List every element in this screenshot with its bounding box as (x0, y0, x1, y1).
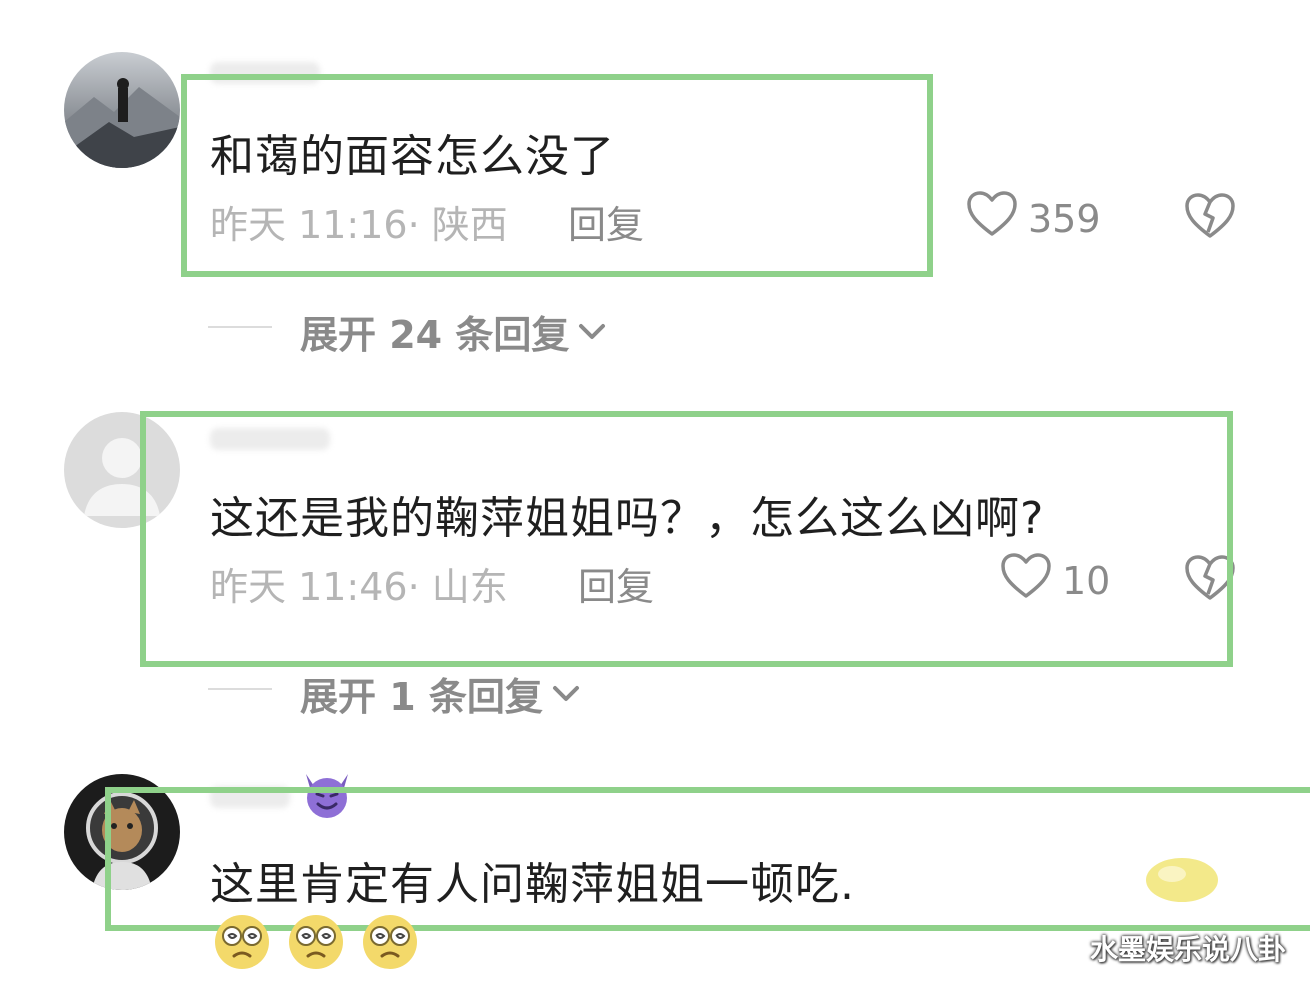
chevron-down-icon (577, 322, 607, 342)
highlight-box (140, 411, 1233, 667)
heart-outline-icon (966, 190, 1018, 247)
expand-divider (208, 688, 272, 690)
dislike-button[interactable] (1184, 192, 1236, 244)
expand-divider (208, 326, 272, 328)
expand-replies-label: 展开 1 条回复 (300, 675, 543, 719)
expand-replies-button[interactable]: 展开 1 条回复 (300, 666, 581, 721)
highlight-box (181, 74, 933, 277)
like-count: 359 (1028, 196, 1101, 241)
dizzy-face-emoji-icon (212, 912, 272, 974)
expand-replies-button[interactable]: 展开 24 条回复 (300, 304, 607, 359)
chevron-down-icon (551, 684, 581, 704)
dizzy-face-emoji-icon (360, 912, 420, 974)
avatar[interactable] (64, 52, 180, 168)
like-button[interactable]: 359 (966, 190, 1101, 247)
broken-heart-icon (1184, 193, 1236, 244)
expand-replies-label: 展开 24 条回复 (300, 313, 570, 357)
emoji-row (212, 912, 420, 974)
highlight-box (105, 787, 1310, 931)
dizzy-face-emoji-icon (286, 912, 346, 974)
watermark: 水墨娱乐说八卦 (1090, 933, 1287, 966)
